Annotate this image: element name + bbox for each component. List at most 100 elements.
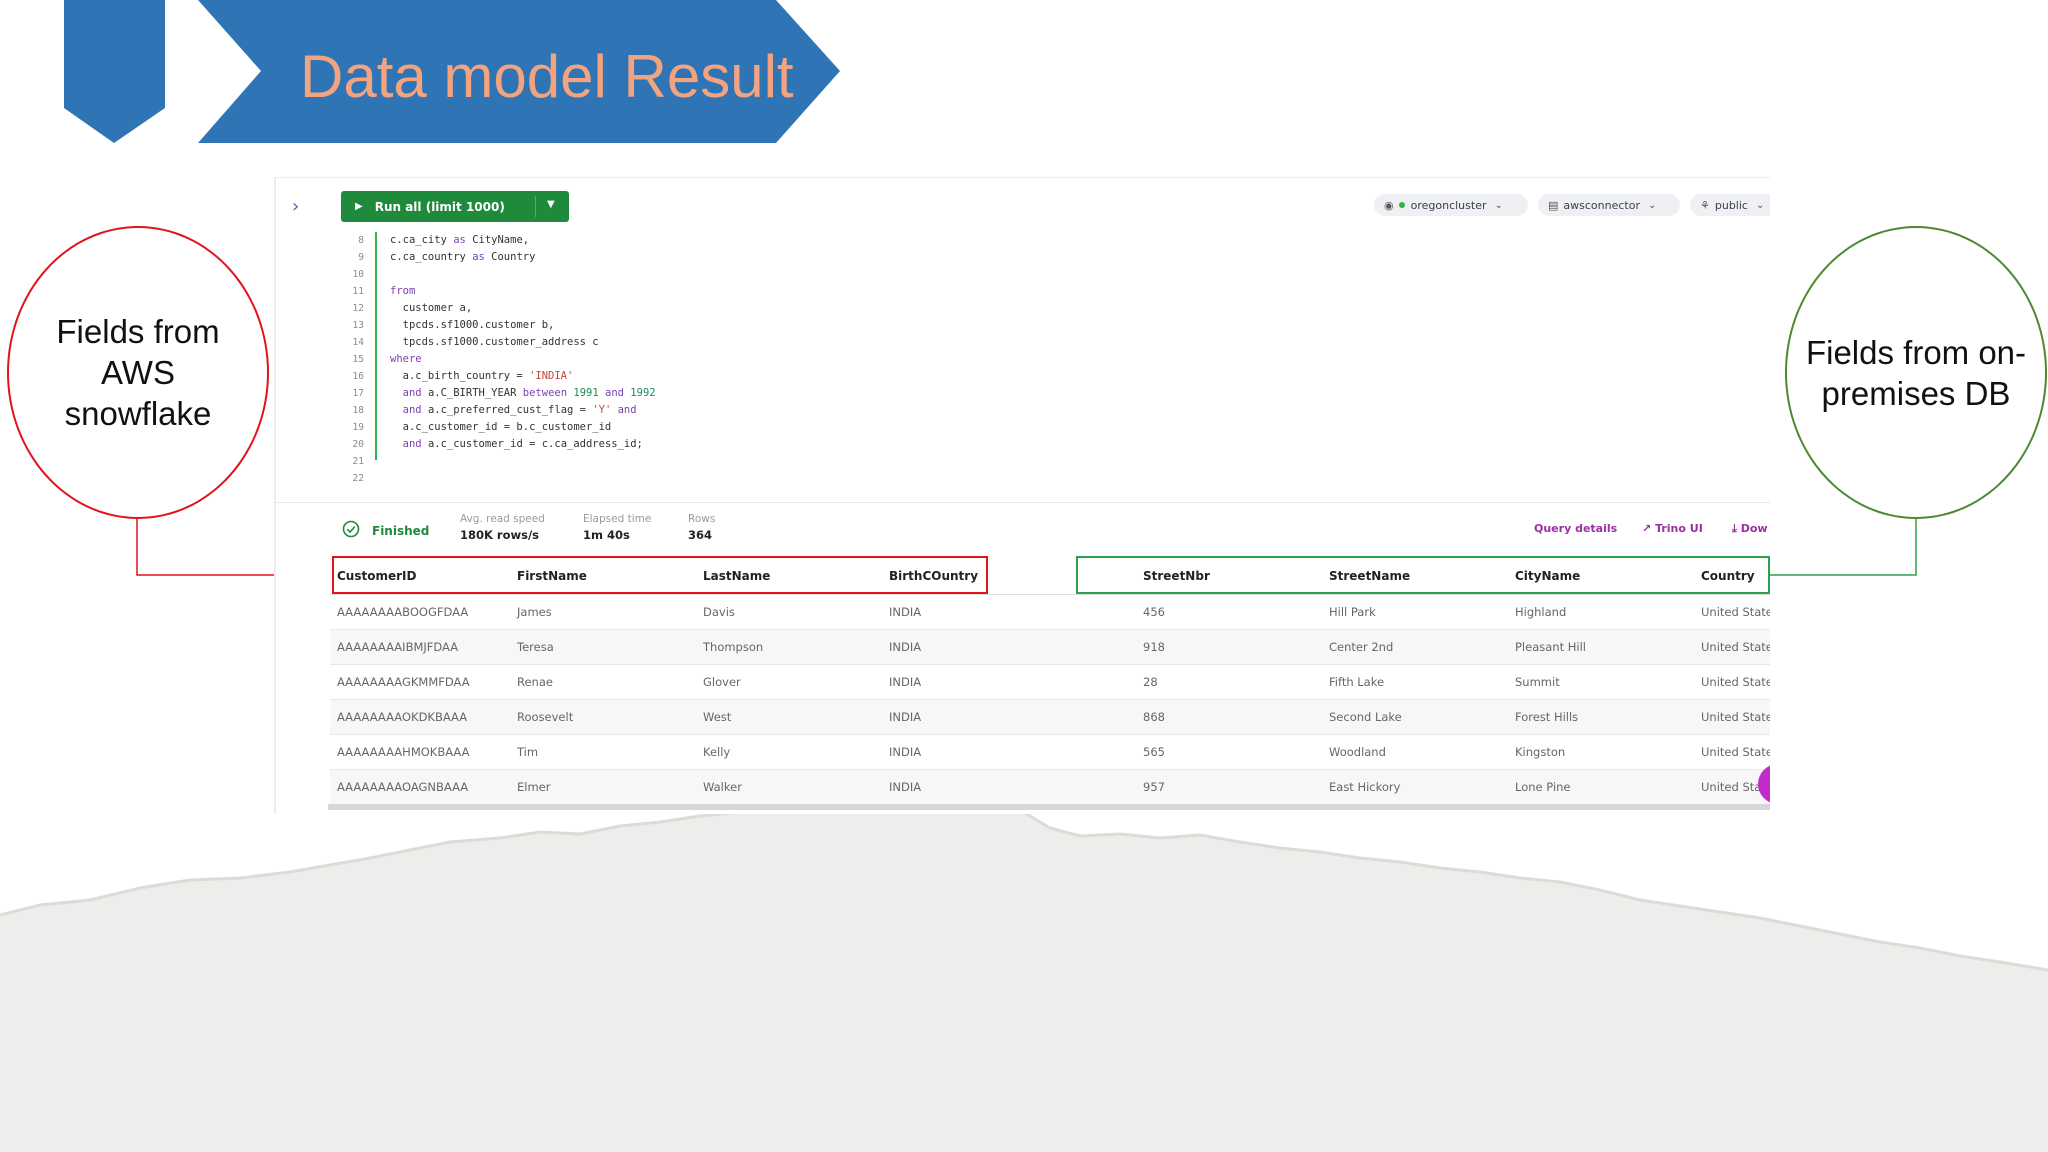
external-link-icon: ↗ bbox=[1642, 522, 1652, 535]
table-cell: INDIA bbox=[882, 699, 1058, 735]
chevron-down-icon: ⌄ bbox=[1755, 199, 1765, 211]
play-icon: ▶ bbox=[355, 201, 363, 212]
code-text: customer a, bbox=[390, 302, 473, 314]
table-cell: Forest Hills bbox=[1508, 699, 1694, 735]
line-number: 20 bbox=[352, 439, 364, 450]
table-cell bbox=[1058, 699, 1136, 735]
code-line: 19 a.c_customer_id = b.c_customer_id bbox=[328, 419, 612, 436]
trino-ui-label: Trino UI bbox=[1655, 522, 1703, 535]
table-row[interactable]: AAAAAAAAOAGNBAAA Elmer Walker INDIA 957 East … bbox=[330, 769, 1770, 805]
table-cell: INDIA bbox=[882, 734, 1058, 770]
catalog-icon: ▤ bbox=[1548, 198, 1559, 212]
run-all-label: Run all (limit 1000) bbox=[374, 199, 505, 214]
table-cell: Elmer bbox=[510, 769, 696, 805]
screenshot-left-border bbox=[274, 178, 276, 814]
table-cell: 565 bbox=[1136, 734, 1322, 770]
query-editor-screenshot: › ▶ Run all (limit 1000) ▼ ◉ oregonclust… bbox=[274, 174, 1770, 814]
download-icon: ⤓ bbox=[1732, 522, 1737, 535]
code-line: 15 where bbox=[328, 351, 422, 368]
schema-selector[interactable]: ⚘ public ⌄ bbox=[1690, 194, 1770, 216]
table-cell: Lone Pine bbox=[1508, 769, 1694, 805]
table-cell: East Hickory bbox=[1322, 769, 1508, 805]
table-row[interactable]: AAAAAAAAHMOKBAAA Tim Kelly INDIA 565 Woodland… bbox=[330, 734, 1770, 770]
line-number: 14 bbox=[352, 337, 364, 348]
table-cell: Kelly bbox=[696, 734, 882, 770]
trino-ui-link[interactable]: ↗ Trino UI bbox=[1642, 522, 1703, 535]
stat-read-speed: Avg. read speed 180K rows/s bbox=[460, 513, 545, 542]
table-row[interactable]: AAAAAAAAGKMMFDAA Renae Glover INDIA 28 Fifth … bbox=[330, 664, 1770, 700]
line-number: 11 bbox=[352, 286, 364, 297]
rows-value: 364 bbox=[688, 528, 713, 542]
table-cell: United States bbox=[1694, 594, 1770, 630]
bookmark-ribbon bbox=[64, 0, 165, 143]
table-row[interactable]: AAAAAAAABOOGFDAA James Davis INDIA 456 Hill P… bbox=[330, 594, 1770, 630]
code-line: 12 customer a, bbox=[328, 300, 473, 317]
table-cell: Summit bbox=[1508, 664, 1694, 700]
line-number: 22 bbox=[352, 473, 364, 484]
table-cell: James bbox=[510, 594, 696, 630]
schema-icon: ⚘ bbox=[1700, 198, 1710, 212]
line-number: 15 bbox=[352, 354, 364, 365]
table-cell: AAAAAAAABOOGFDAA bbox=[330, 594, 510, 630]
code-text: and a.c_customer_id = c.ca_address_id; bbox=[402, 438, 643, 450]
editor-gutter-marker bbox=[375, 232, 377, 460]
line-number: 18 bbox=[352, 405, 364, 416]
table-cell: United States bbox=[1694, 664, 1770, 700]
code-line: 16 a.c_birth_country = 'INDIA' bbox=[328, 368, 574, 385]
table-cell: Center 2nd bbox=[1322, 629, 1508, 665]
table-cell: 918 bbox=[1136, 629, 1322, 665]
code-line: 13 tpcds.sf1000.customer b, bbox=[328, 317, 555, 334]
table-cell: Tim bbox=[510, 734, 696, 770]
table-cell: United States bbox=[1694, 629, 1770, 665]
cluster-name: oregoncluster bbox=[1410, 198, 1487, 212]
line-number: 13 bbox=[352, 320, 364, 331]
download-link[interactable]: ⤓ Dow bbox=[1732, 522, 1768, 536]
chevron-right-icon[interactable]: › bbox=[292, 196, 299, 217]
code-text: tpcds.sf1000.customer b, bbox=[390, 319, 555, 331]
download-label: Dow bbox=[1740, 522, 1768, 535]
aws-fields-highlight bbox=[332, 556, 988, 594]
horizontal-scrollbar[interactable] bbox=[328, 804, 1770, 810]
callout-on-premises-db: Fields from on-premises DB bbox=[1785, 226, 2047, 519]
table-cell: INDIA bbox=[882, 594, 1058, 630]
run-button-divider bbox=[535, 196, 536, 217]
status-dot-icon bbox=[1398, 202, 1405, 208]
code-text: a.c_customer_id = b.c_customer_id bbox=[390, 421, 612, 433]
line-number: 21 bbox=[352, 456, 364, 467]
chevron-down-icon[interactable]: ▼ bbox=[547, 199, 555, 210]
table-cell: AAAAAAAAOAGNBAAA bbox=[330, 769, 510, 805]
line-number: 10 bbox=[352, 269, 364, 280]
table-cell: 957 bbox=[1136, 769, 1322, 805]
table-row[interactable]: AAAAAAAAIBMJFDAA Teresa Thompson INDIA 918 Ce… bbox=[330, 629, 1770, 665]
line-number: 8 bbox=[358, 235, 364, 246]
query-details-link[interactable]: Query details bbox=[1534, 522, 1617, 535]
table-cell: Teresa bbox=[510, 629, 696, 665]
code-text: and a.c_preferred_cust_flag = 'Y' and bbox=[402, 404, 637, 416]
connector-selector[interactable]: ▤ awsconnector ⌄ bbox=[1538, 194, 1680, 216]
rows-label: Rows bbox=[688, 513, 716, 525]
slide: Data model Result Fields from AWS snowfl… bbox=[0, 0, 2048, 1152]
table-cell: 868 bbox=[1136, 699, 1322, 735]
sql-editor[interactable]: 8 c.ca_city as CityName, 9 c.ca_country as … bbox=[328, 232, 1770, 484]
callout-aws-snowflake: Fields from AWS snowflake bbox=[7, 226, 269, 519]
table-cell: Pleasant Hill bbox=[1508, 629, 1694, 665]
table-cell: Woodland bbox=[1322, 734, 1508, 770]
code-text: tpcds.sf1000.customer_address c bbox=[390, 336, 599, 348]
code-line: 10 bbox=[328, 266, 364, 283]
table-cell: INDIA bbox=[882, 769, 1058, 805]
line-number: 16 bbox=[352, 371, 364, 382]
cluster-selector[interactable]: ◉ oregoncluster ⌄ bbox=[1374, 194, 1528, 216]
run-all-button[interactable]: ▶ Run all (limit 1000) ▼ bbox=[341, 191, 569, 222]
table-cell: INDIA bbox=[882, 664, 1058, 700]
table-cell: Thompson bbox=[696, 629, 882, 665]
table-cell: West bbox=[696, 699, 882, 735]
code-line: 8 c.ca_city as CityName, bbox=[328, 232, 529, 249]
table-cell: AAAAAAAAHMOKBAAA bbox=[330, 734, 510, 770]
chevron-down-icon: ⌄ bbox=[1647, 199, 1657, 211]
chevron-down-icon: ⌄ bbox=[1494, 199, 1503, 211]
elapsed-time-value: 1m 40s bbox=[583, 528, 630, 542]
code-line: 22 bbox=[328, 470, 364, 487]
table-row[interactable]: AAAAAAAAOKDKBAAA Roosevelt West INDIA 868 Sec… bbox=[330, 699, 1770, 735]
code-text: where bbox=[390, 353, 422, 365]
code-line: 14 tpcds.sf1000.customer_address c bbox=[328, 334, 599, 351]
